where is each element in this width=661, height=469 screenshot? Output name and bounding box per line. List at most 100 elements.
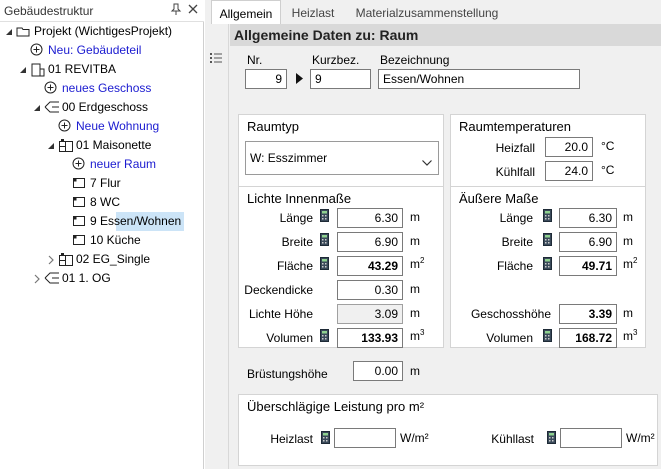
aeussere-flaeche-field[interactable]: 49.71 [559, 256, 617, 276]
calculator-icon[interactable] [543, 209, 552, 222]
lichte-laenge-label: Länge [279, 211, 313, 225]
tree-item[interactable]: Neu: Gebäudeteil [0, 41, 200, 60]
tree-item[interactable]: neues Geschoss [0, 79, 200, 98]
calculator-icon[interactable] [543, 329, 552, 342]
floor-icon [44, 100, 60, 116]
heizlast-unit: W/m² [400, 431, 429, 445]
add-icon [30, 43, 46, 59]
apartment-icon [58, 138, 74, 154]
calculator-icon[interactable] [320, 257, 329, 270]
heizfall-unit: °C [601, 139, 615, 153]
aeussere-laenge-field[interactable]: 6.30 [559, 208, 617, 228]
lichte-volumen-field[interactable]: 133.93 [337, 328, 403, 348]
calculator-icon[interactable] [543, 257, 552, 270]
calculator-icon[interactable] [321, 431, 330, 444]
tree-item-label: Neue Wohnung [76, 119, 160, 133]
aeussere-masse-panel: Äußere Maße Länge 6.30 m Breite 6.90 m F… [450, 186, 646, 348]
aeussere-laenge-label: Länge [499, 211, 533, 225]
project-icon [16, 24, 32, 40]
heizlast-field[interactable] [334, 428, 396, 448]
calculator-icon[interactable] [320, 233, 329, 246]
building-icon [30, 62, 46, 78]
lichte-flaeche-label: Fläche [276, 259, 313, 273]
structure-panel-header: Gebäudestruktur [0, 0, 204, 22]
lichte-laenge-field[interactable]: 6.30 [337, 208, 403, 228]
tree-item[interactable]: 01 REVITBA [0, 60, 200, 79]
calculator-icon[interactable] [320, 209, 329, 222]
raumtemperaturen-title: Raumtemperaturen [459, 119, 571, 134]
tree-item[interactable]: 9 Essen/Wohnen [73, 212, 184, 231]
tree-item[interactable]: 10 Küche [0, 231, 200, 250]
lichte-volumen-label: Volumen [266, 331, 313, 345]
tree-item-label: 00 Erdgeschoss [62, 100, 149, 114]
close-icon[interactable] [186, 3, 200, 17]
add-icon [58, 119, 74, 135]
aeussere-laenge-unit: m [623, 210, 633, 224]
aeussere-breite-field[interactable]: 6.90 [559, 232, 617, 252]
lichte-flaeche-field[interactable]: 43.29 [337, 256, 403, 276]
lichte-flaeche-unit: m2 [410, 256, 425, 272]
next-arrow-icon[interactable] [296, 73, 303, 87]
tree-item[interactable]: 8 WC [0, 193, 200, 212]
pin-icon[interactable] [169, 3, 183, 17]
kuehlfall-unit: °C [601, 163, 615, 177]
tree-item[interactable]: neuer Raum [0, 155, 200, 174]
tree-item-label: 7 Flur [90, 176, 121, 190]
kuehllast-unit: W/m² [626, 431, 655, 445]
expand-right-icon[interactable] [32, 274, 42, 284]
tree-item[interactable]: 02 EG_Single [0, 250, 200, 269]
tree-item[interactable]: 7 Flur [0, 174, 200, 193]
heizfall-label: Heizfall [495, 141, 535, 155]
aeussere-breite-unit: m [623, 234, 633, 248]
tree-item-label: 01 REVITBA [48, 62, 117, 76]
nr-label: Nr. [247, 53, 263, 67]
room-icon [72, 233, 88, 249]
tree-item[interactable]: 01 1. OG [0, 269, 200, 288]
nr-field[interactable]: 9 [245, 69, 287, 89]
lichte-volumen-unit: m3 [410, 328, 425, 344]
deckendicke-field[interactable]: 0.30 [337, 280, 403, 300]
raumtyp-value: W: Esszimmer [250, 151, 328, 165]
aeussere-breite-label: Breite [501, 235, 533, 249]
geschosshoehe-field[interactable]: 3.39 [559, 304, 617, 324]
kurzbez-field[interactable]: 9 [310, 69, 371, 89]
tab-allgemein[interactable]: Allgemein [211, 0, 281, 25]
lichte-hoehe-field: 3.09 [337, 304, 403, 324]
tree-item[interactable]: Neue Wohnung [0, 117, 200, 136]
tree-item[interactable]: 01 Maisonette [0, 136, 200, 155]
expand-down-icon[interactable] [46, 141, 56, 151]
calculator-icon[interactable] [320, 329, 329, 342]
calculator-icon[interactable] [543, 233, 552, 246]
calculator-icon[interactable] [547, 431, 556, 444]
content: Allgemeine Daten zu: Raum Nr. 9 Kurzbez.… [230, 24, 661, 469]
aeussere-volumen-field[interactable]: 168.72 [559, 328, 617, 348]
tab-materialzusammenstellung[interactable]: Materialzusammenstellung [347, 0, 507, 24]
kuehllast-field[interactable] [560, 428, 622, 448]
aeussere-flaeche-unit: m2 [623, 256, 638, 272]
kuehlfall-field[interactable]: 24.0 [545, 161, 593, 181]
aeussere-volumen-label: Volumen [486, 331, 533, 345]
bruestungshoehe-field[interactable]: 0.00 [353, 361, 403, 381]
deckendicke-label: Deckendicke [244, 283, 313, 297]
list-icon[interactable] [209, 52, 223, 69]
expand-right-icon[interactable] [46, 255, 56, 265]
tab-bar: Allgemein Heizlast Materialzusammenstell… [205, 0, 661, 25]
page-title: Allgemeine Daten zu: Raum [230, 24, 661, 46]
bezeichnung-field[interactable]: Essen/Wohnen [378, 69, 580, 89]
lichte-breite-field[interactable]: 6.90 [337, 232, 403, 252]
kuehllast-label: Kühllast [491, 432, 534, 446]
bruestungshoehe-unit: m [410, 364, 420, 378]
tab-heizlast[interactable]: Heizlast [283, 0, 343, 24]
add-icon [72, 157, 88, 173]
expand-down-icon[interactable] [18, 65, 28, 75]
aeussere-volumen-unit: m3 [623, 328, 638, 344]
structure-panel-title: Gebäudestruktur [4, 4, 94, 18]
raumtyp-select[interactable]: W: Esszimmer [245, 141, 439, 175]
chevron-down-icon[interactable] [422, 153, 432, 171]
expand-down-icon[interactable] [32, 103, 42, 113]
tree-item[interactable]: Projekt (WichtigesProjekt) [0, 22, 200, 41]
tree-item[interactable]: 00 Erdgeschoss [0, 98, 200, 117]
heizfall-field[interactable]: 20.0 [545, 137, 593, 157]
expand-down-icon[interactable] [4, 27, 14, 37]
lichte-hoehe-unit: m [410, 306, 420, 320]
